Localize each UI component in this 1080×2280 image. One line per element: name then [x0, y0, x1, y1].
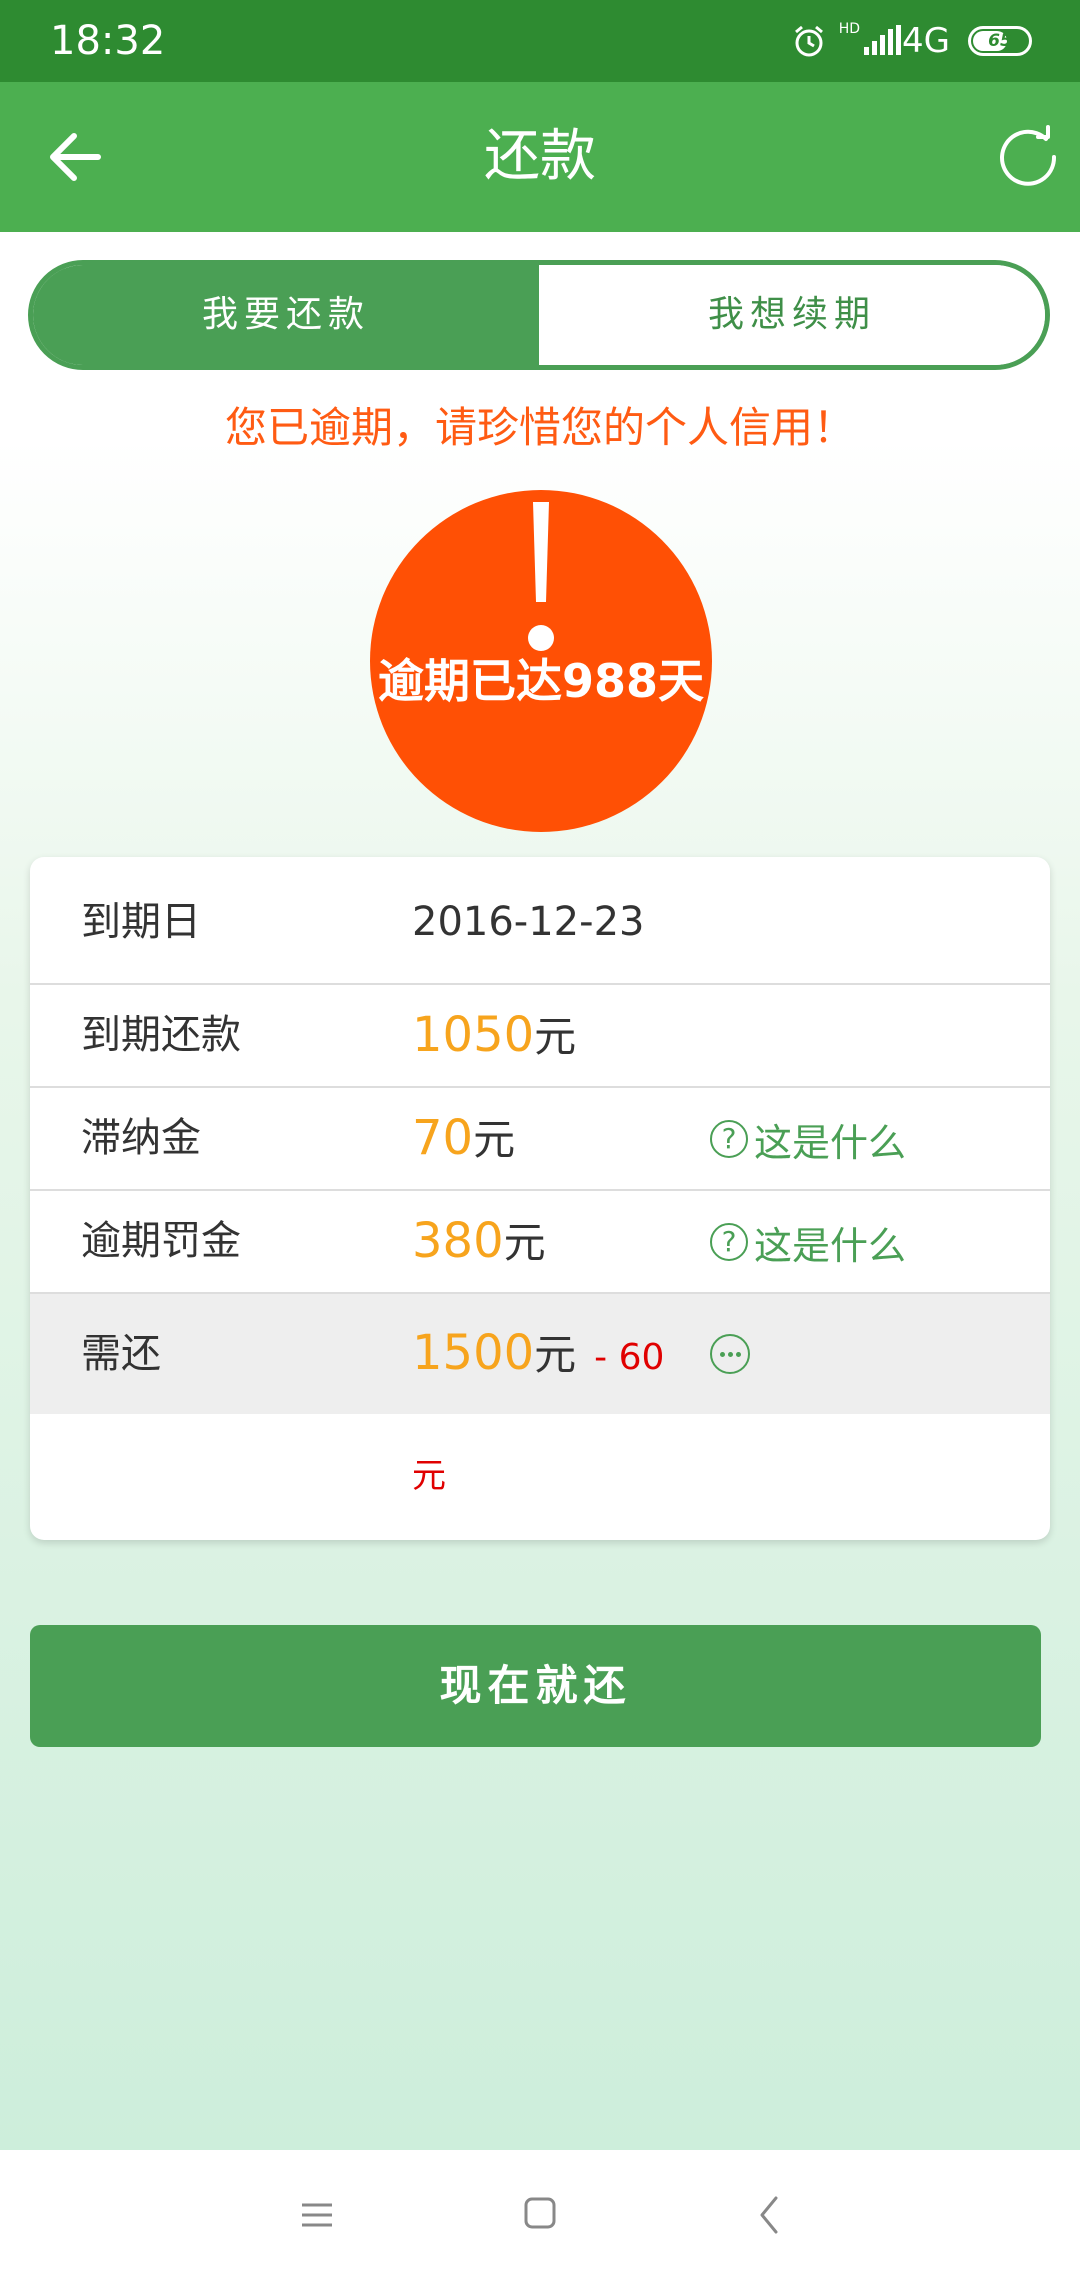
due-repayment-amount: 1050 [412, 1007, 535, 1063]
repayment-details-card: 到期日 2016-12-23 到期还款 1050元 滞纳金 70元 ? 这是什么 … [30, 857, 1050, 1540]
total-due-value: 1500元 - 60 [412, 1325, 664, 1386]
late-fee-unit: 元 [473, 1115, 516, 1164]
overdue-penalty-label: 逾期罚金 [81, 1218, 241, 1264]
discount-unit: 元 [412, 1456, 446, 1496]
due-date-label: 到期日 [81, 899, 201, 945]
overdue-warning: 您已逾期，请珍惜您的个人信用！ [224, 403, 855, 452]
battery-icon: 65 [968, 26, 1032, 56]
page-title: 还款 [484, 124, 596, 189]
total-due-amount: 1500 [412, 1325, 535, 1381]
network-type: 4G [902, 21, 950, 61]
overdue-penalty-amount: 380 [412, 1213, 504, 1269]
late-fee-amount: 70 [412, 1110, 474, 1166]
due-repayment-value: 1050元 [412, 1007, 576, 1066]
back-icon[interactable] [754, 2194, 784, 2236]
late-fee-help-text: 这是什么 [754, 1120, 907, 1165]
menu-icon[interactable] [300, 2198, 334, 2232]
overdue-days-text: 逾期已达988天 [377, 654, 705, 708]
overdue-badge: 逾期已达988天 [370, 490, 712, 832]
total-due-row: 需还 1500元 - 60 [30, 1294, 1050, 1414]
question-circle-icon: ? [710, 1120, 748, 1158]
status-time: 18:32 [50, 18, 166, 64]
battery-percent: 65 [988, 31, 1012, 51]
repay-tabs: 我要还款 我想续期 [28, 260, 1050, 370]
overdue-penalty-row: 逾期罚金 380元 ? 这是什么 [30, 1191, 1050, 1294]
discount-unit-row: 元 [30, 1414, 1050, 1540]
late-fee-label: 滞纳金 [81, 1115, 201, 1161]
question-circle-icon: ? [710, 1223, 748, 1261]
late-fee-help-link[interactable]: ? 这是什么 [710, 1114, 907, 1165]
due-repayment-row: 到期还款 1050元 [30, 985, 1050, 1088]
arrow-left-icon[interactable] [40, 122, 110, 192]
refresh-icon[interactable] [994, 123, 1062, 191]
due-date-value: 2016-12-23 [412, 899, 645, 945]
hd-label: HD [838, 21, 861, 37]
status-indicators: HD 4G 65 [791, 18, 1032, 64]
total-due-label: 需还 [81, 1331, 161, 1377]
alarm-icon [794, 25, 823, 57]
overdue-penalty-value: 380元 [412, 1213, 546, 1272]
exclamation-icon [528, 502, 554, 651]
network-indicator: HD 4G [839, 18, 950, 64]
system-nav-bar [0, 2150, 1080, 2280]
pay-now-button[interactable]: 现在就还 [30, 1625, 1041, 1747]
discount-amount: - 60 [594, 1337, 665, 1378]
due-date-row: 到期日 2016-12-23 [30, 857, 1050, 985]
due-repayment-label: 到期还款 [81, 1012, 241, 1058]
overdue-penalty-unit: 元 [503, 1218, 546, 1267]
tab-repay[interactable]: 我要还款 [33, 265, 539, 365]
app-bar: 还款 [0, 82, 1080, 232]
late-fee-value: 70元 [412, 1110, 515, 1169]
overdue-penalty-help-link[interactable]: ? 这是什么 [710, 1217, 907, 1268]
status-bar: 18:32 HD 4G 65 [0, 0, 1080, 82]
signal-icon [864, 25, 902, 55]
more-options-icon[interactable] [710, 1334, 750, 1374]
due-repayment-unit: 元 [534, 1012, 577, 1061]
late-fee-row: 滞纳金 70元 ? 这是什么 [30, 1088, 1050, 1191]
tab-renew[interactable]: 我想续期 [539, 265, 1045, 365]
home-icon[interactable] [523, 2196, 557, 2230]
overdue-penalty-help-text: 这是什么 [754, 1223, 907, 1268]
total-due-unit: 元 [534, 1330, 577, 1379]
